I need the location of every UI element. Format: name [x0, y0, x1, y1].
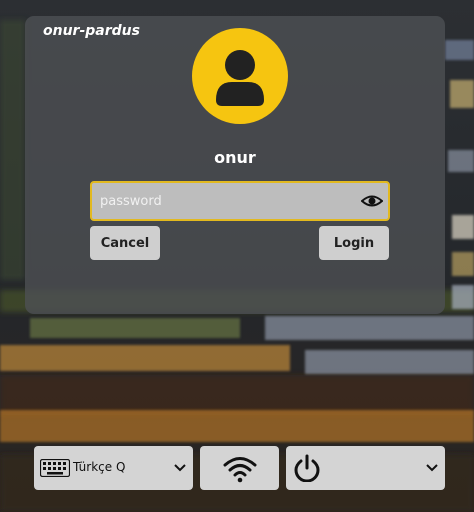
keyboard-layout-label: Türkçe Q: [73, 460, 126, 474]
cancel-button[interactable]: Cancel: [90, 226, 160, 260]
keyboard-layout-selector[interactable]: Türkçe Q: [34, 446, 193, 490]
password-field[interactable]: [90, 181, 390, 221]
login-panel: onur-pardus onur Cancel Login: [25, 16, 445, 314]
eye-icon[interactable]: [361, 191, 383, 211]
chevron-down-icon: [426, 464, 438, 472]
network-button[interactable]: [200, 446, 279, 490]
keyboard-icon: [40, 459, 70, 477]
login-button[interactable]: Login: [319, 226, 389, 260]
chevron-down-icon: [174, 464, 186, 472]
username-label: onur: [214, 148, 256, 167]
wifi-icon: [223, 457, 257, 483]
user-avatar-icon: [192, 28, 288, 124]
power-menu-button[interactable]: [286, 446, 445, 490]
hostname-label: onur-pardus: [43, 23, 140, 39]
power-icon: [294, 454, 320, 482]
password-input[interactable]: [92, 183, 352, 219]
